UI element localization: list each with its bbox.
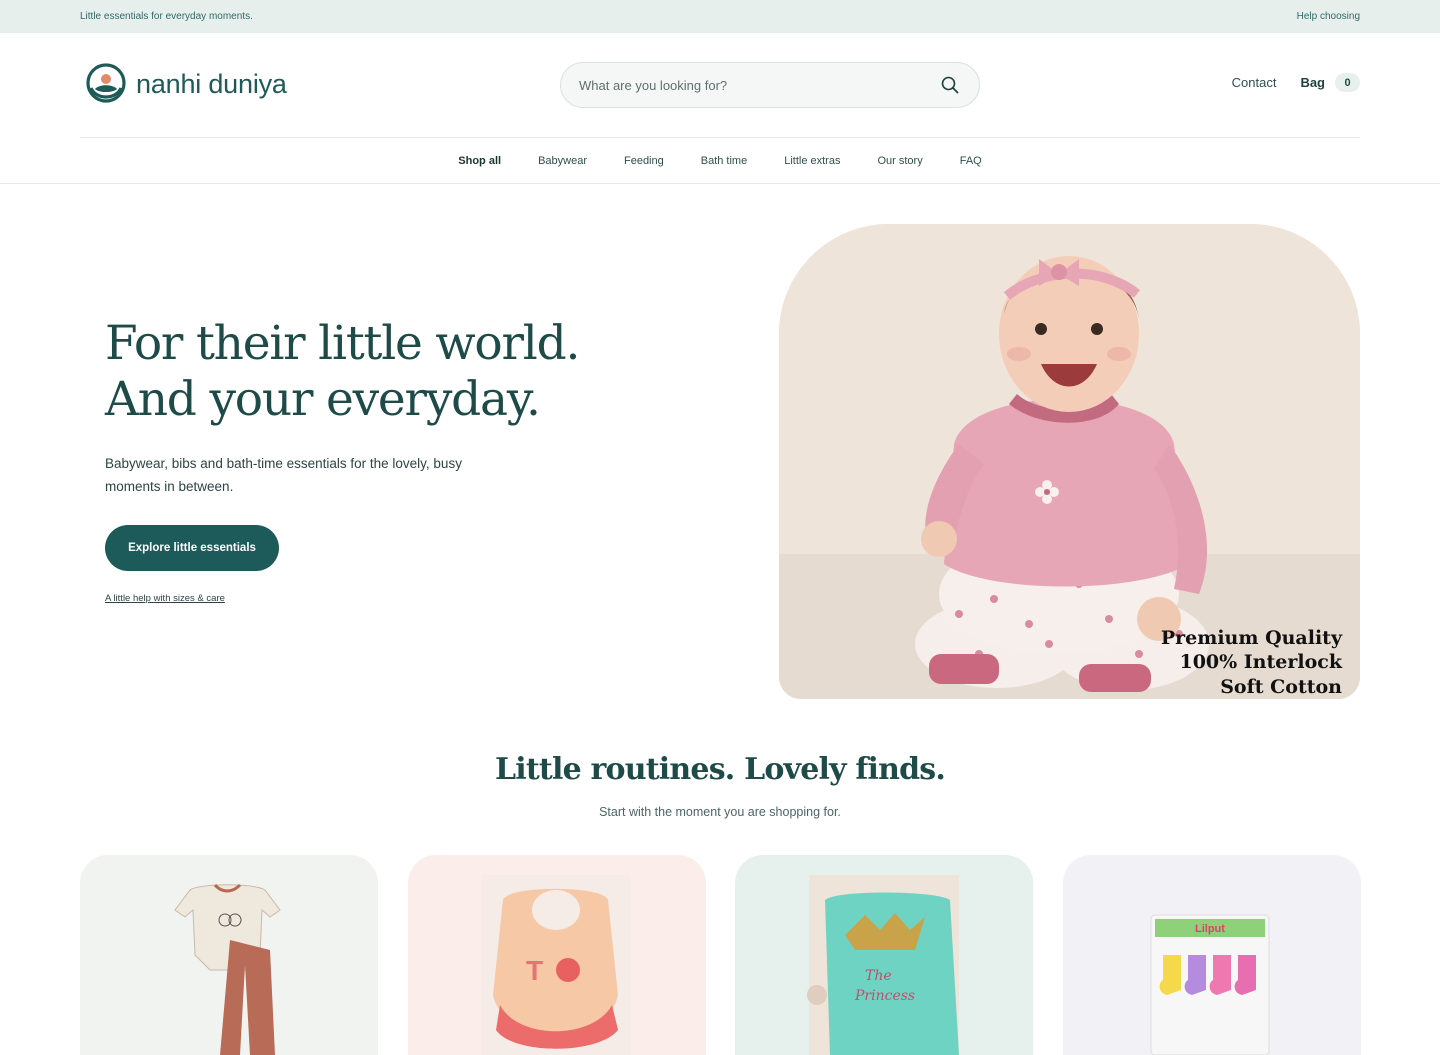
search-bar: [560, 62, 980, 108]
svg-text:T: T: [526, 955, 543, 986]
socks-pack-image: Lilput: [1150, 914, 1270, 1055]
hero-subtitle: Babywear, bibs and bath-time essentials …: [105, 456, 462, 494]
search-input[interactable]: [579, 77, 939, 93]
explore-essentials-button[interactable]: Explore little essentials: [105, 525, 279, 571]
svg-text:Lilput: Lilput: [1195, 923, 1225, 935]
main-nav: Shop all Babywear Feeding Bath time Litt…: [0, 138, 1440, 184]
category-card-feeding[interactable]: T: [408, 855, 706, 1055]
svg-text:Princess: Princess: [854, 988, 915, 1004]
site-header: nanhi duniya Contact Bag 0: [80, 33, 1360, 138]
hero-image-caption: Premium Quality 100% Interlock Soft Cott…: [1161, 626, 1342, 700]
bag-label: Bag: [1300, 75, 1325, 90]
caption-line-3: Soft Cotton: [1220, 675, 1342, 698]
search-icon[interactable]: [939, 74, 961, 96]
hooded-towel-image: The Princess: [807, 875, 959, 1055]
nav-item-babywear[interactable]: Babywear: [538, 155, 587, 167]
hero-title-line-2: And your everyday.: [105, 372, 541, 427]
category-card-babywear[interactable]: [80, 855, 378, 1055]
nav-item-shop-all[interactable]: Shop all: [458, 155, 501, 167]
sizes-care-help-link[interactable]: A little help with sizes & care: [105, 593, 225, 604]
hero-title-line-1: For their little world.: [105, 316, 580, 371]
contact-link[interactable]: Contact: [1232, 75, 1277, 90]
hero-image: Premium Quality 100% Interlock Soft Cott…: [779, 224, 1360, 699]
nav-item-our-story[interactable]: Our story: [877, 155, 922, 167]
nav-item-little-extras[interactable]: Little extras: [784, 155, 840, 167]
caption-line-1: Premium Quality: [1160, 626, 1342, 649]
nav-item-faq[interactable]: FAQ: [960, 155, 982, 167]
hero-title: For their little world. And your everyda…: [105, 316, 580, 428]
announcement-bar: Little essentials for everyday moments. …: [0, 0, 1440, 33]
help-choosing-link[interactable]: Help choosing: [1297, 11, 1360, 22]
bag-count-badge: 0: [1335, 73, 1360, 92]
category-card-bath-time[interactable]: The Princess: [735, 855, 1033, 1055]
brand-name: nanhi duniya: [136, 68, 287, 99]
logo-icon: [86, 63, 126, 103]
bag-button[interactable]: Bag 0: [1300, 73, 1360, 92]
brand-logo[interactable]: nanhi duniya: [84, 62, 287, 106]
nav-item-bath-time[interactable]: Bath time: [701, 155, 747, 167]
section-title: Little routines. Lovely finds.: [494, 752, 946, 787]
section-subtitle: Start with the moment you are shopping f…: [599, 805, 841, 819]
announcement-text: Little essentials for everyday moments.: [80, 11, 253, 22]
svg-text:The: The: [865, 968, 892, 984]
bodysuit-image: [174, 883, 281, 1055]
category-card-little-extras[interactable]: Lilput: [1063, 855, 1361, 1055]
caption-line-2: 100% Interlock: [1179, 651, 1342, 673]
nav-item-feeding[interactable]: Feeding: [624, 155, 664, 167]
header-actions: Contact Bag 0: [1232, 73, 1360, 92]
bib-image: T: [481, 875, 631, 1055]
